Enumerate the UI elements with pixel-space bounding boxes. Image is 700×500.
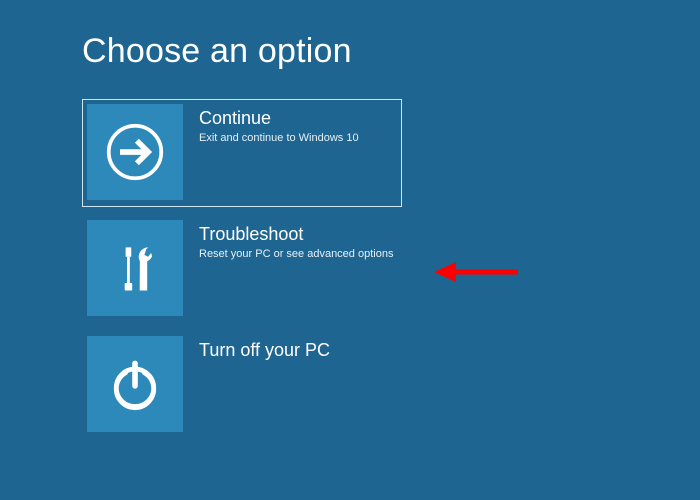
winre-choose-option-screen: Choose an option Continue Exit and conti… bbox=[0, 0, 700, 500]
options-list: Continue Exit and continue to Windows 10… bbox=[82, 99, 700, 439]
page-title: Choose an option bbox=[82, 32, 700, 71]
option-label: Turn off your PC bbox=[199, 340, 330, 361]
option-troubleshoot[interactable]: Troubleshoot Reset your PC or see advanc… bbox=[82, 215, 402, 323]
option-turn-off[interactable]: Turn off your PC bbox=[82, 331, 402, 439]
option-continue[interactable]: Continue Exit and continue to Windows 10 bbox=[82, 99, 402, 207]
option-description: Reset your PC or see advanced options bbox=[199, 247, 393, 262]
option-text: Continue Exit and continue to Windows 10 bbox=[199, 104, 359, 146]
option-text: Turn off your PC bbox=[199, 336, 330, 363]
tools-icon bbox=[87, 220, 183, 316]
power-icon bbox=[87, 336, 183, 432]
arrow-right-icon bbox=[87, 104, 183, 200]
option-label: Troubleshoot bbox=[199, 224, 393, 245]
option-description: Exit and continue to Windows 10 bbox=[199, 131, 359, 146]
option-text: Troubleshoot Reset your PC or see advanc… bbox=[199, 220, 393, 262]
option-label: Continue bbox=[199, 108, 359, 129]
